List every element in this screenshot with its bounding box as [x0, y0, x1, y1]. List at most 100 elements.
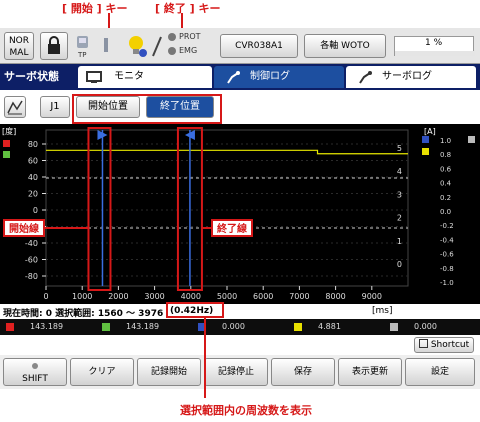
shift-button[interactable]: SHIFT — [3, 358, 67, 386]
y-tick-far-right: -1.0 — [440, 279, 454, 287]
y-tick-left: -40 — [25, 239, 38, 248]
mode-button[interactable]: NOR MAL — [4, 32, 34, 60]
series-line — [46, 149, 408, 155]
start-key-annotation: [ 開始 ] キー — [62, 2, 128, 15]
y-tick-far-right: -0.8 — [440, 265, 454, 273]
tool-icon — [152, 36, 162, 57]
tp-label: TP — [78, 51, 87, 59]
save-button[interactable]: 保存 — [271, 358, 335, 386]
legend-value: 143.189 — [30, 322, 64, 331]
ms-unit: [ms] — [372, 306, 393, 316]
x-tick-label: 7000 — [289, 292, 309, 301]
y-tick-far-right: -0.4 — [440, 236, 454, 244]
end-line-callout: 終了線 — [217, 222, 247, 235]
y-tick-left: 20 — [28, 190, 38, 199]
clear-button[interactable]: クリア — [70, 358, 134, 386]
y-tick-far-right: 0.4 — [440, 180, 452, 188]
robot-arm-icon — [104, 38, 108, 52]
shortcut-button[interactable]: Shortcut — [414, 337, 474, 353]
y-tick-far-right: 0.0 — [440, 208, 451, 216]
y-tick-right: 3 — [397, 190, 402, 199]
legend-value: 0.000 — [222, 322, 245, 331]
bottom-bar: SHIFT クリア 記録開始 記録停止 保存 表示更新 設定 — [0, 355, 480, 389]
lock-icon — [48, 36, 60, 54]
graph-icon — [7, 100, 23, 115]
record-start-button[interactable]: 記録開始 — [137, 358, 201, 386]
lightbulb-icon — [129, 36, 147, 57]
refresh-button[interactable]: 表示更新 — [338, 358, 402, 386]
prot-indicator — [168, 33, 176, 41]
tab-control-log[interactable]: 制御ログ — [214, 66, 344, 88]
legend-swatch — [6, 323, 14, 331]
monitor-icon — [86, 71, 102, 83]
robot-icon — [227, 71, 240, 84]
y-tick-left: 80 — [28, 140, 38, 149]
y-tick-left: 0 — [33, 206, 38, 215]
graph-button[interactable] — [4, 96, 26, 118]
shift-indicator-icon — [32, 363, 38, 369]
y-tick-far-right: 0.6 — [440, 165, 452, 173]
x-tick-label: 9000 — [362, 292, 382, 301]
tab-monitor[interactable]: モニタ — [78, 66, 212, 88]
emg-indicator — [168, 47, 176, 55]
x-tick-label: 3000 — [144, 292, 164, 301]
series-marker-blue — [422, 136, 429, 143]
joint-button[interactable]: J1 — [40, 96, 70, 118]
shortcut-icon — [418, 339, 428, 348]
selection-range-text: 現在時間: 0 選択範囲: 1560 ～ 3976 — [3, 309, 164, 319]
y-tick-left: -80 — [25, 272, 38, 281]
y-tick-far-right: -0.6 — [440, 251, 454, 259]
freq-highlight-box — [166, 302, 224, 318]
y-tick-far-right: 0.8 — [440, 151, 451, 159]
legend-swatch — [390, 323, 398, 331]
legend-value: 143.189 — [126, 322, 160, 331]
y-tick-left: 60 — [28, 157, 38, 166]
y-tick-left: -60 — [25, 256, 38, 265]
override-percent[interactable]: 1 % — [394, 36, 475, 56]
teach-pendant-icon — [77, 36, 88, 48]
record-stop-button[interactable]: 記録停止 — [204, 358, 268, 386]
program-button[interactable]: CVR038A1 — [220, 34, 298, 58]
x-tick-label: 6000 — [253, 292, 273, 301]
y-tick-right: 0 — [397, 260, 402, 269]
legend-value: 4.881 — [318, 322, 341, 331]
x-tick-label: 0 — [43, 292, 48, 301]
prot-label: PROT — [179, 32, 201, 41]
y-tick-right: 5 — [397, 144, 402, 153]
y-tick-left: 40 — [28, 173, 38, 182]
y-tick-far-right: 0.2 — [440, 194, 451, 202]
lock-button[interactable] — [40, 32, 68, 60]
y-tick-far-right: -0.2 — [440, 222, 454, 230]
tab-bar: サーボ状態 モニタ 制御ログ サーボログ — [0, 64, 480, 90]
x-tick-label: 4000 — [181, 292, 201, 301]
robot-icon — [359, 71, 372, 84]
y-tick-right: 1 — [397, 237, 402, 246]
series-marker-gray — [468, 136, 475, 143]
y-tick-far-right: 1.0 — [440, 137, 451, 145]
shortcut-row: Shortcut — [0, 335, 480, 355]
legend-bar: 143.189 143.189 0.000 4.881 0.000 — [0, 319, 480, 335]
y-tick-right: 4 — [397, 167, 402, 176]
axis-select-button[interactable]: 各軸 WOTO — [304, 34, 386, 58]
x-tick-label: 5000 — [217, 292, 237, 301]
tab-servo-log[interactable]: サーボログ — [346, 66, 476, 88]
x-tick-label: 2000 — [108, 292, 128, 301]
info-bar: 現在時間: 0 選択範囲: 1560 ～ 3976 (0.42Hz) [ms] — [0, 304, 480, 319]
servo-status-label: サーボ状態 — [4, 70, 59, 83]
end-key-annotation: [ 終了 ] キー — [155, 2, 221, 15]
series-marker-red — [3, 140, 10, 147]
legend-swatch — [102, 323, 110, 331]
chart-canvas: [度]806040200-20-40-60-80[A]5432101.00.80… — [2, 126, 475, 301]
y-axis-label-left: [度] — [2, 126, 16, 136]
settings-button[interactable]: 設定 — [405, 358, 475, 386]
series-marker-green — [3, 151, 10, 158]
series-marker-yellow — [422, 148, 429, 155]
key-highlight-box — [72, 94, 222, 124]
status-bar: NOR MAL TP PROT EMG CVR038A1 各軸 WOTO 1 % — [0, 28, 480, 64]
legend-swatch — [294, 323, 302, 331]
x-tick-label: 8000 — [325, 292, 345, 301]
start-line-highlight — [87, 127, 112, 291]
log-chart[interactable]: [度]806040200-20-40-60-80[A]5432101.00.80… — [0, 124, 480, 304]
start-line-callout: 開始線 — [9, 222, 39, 235]
x-tick-label: 1000 — [72, 292, 92, 301]
